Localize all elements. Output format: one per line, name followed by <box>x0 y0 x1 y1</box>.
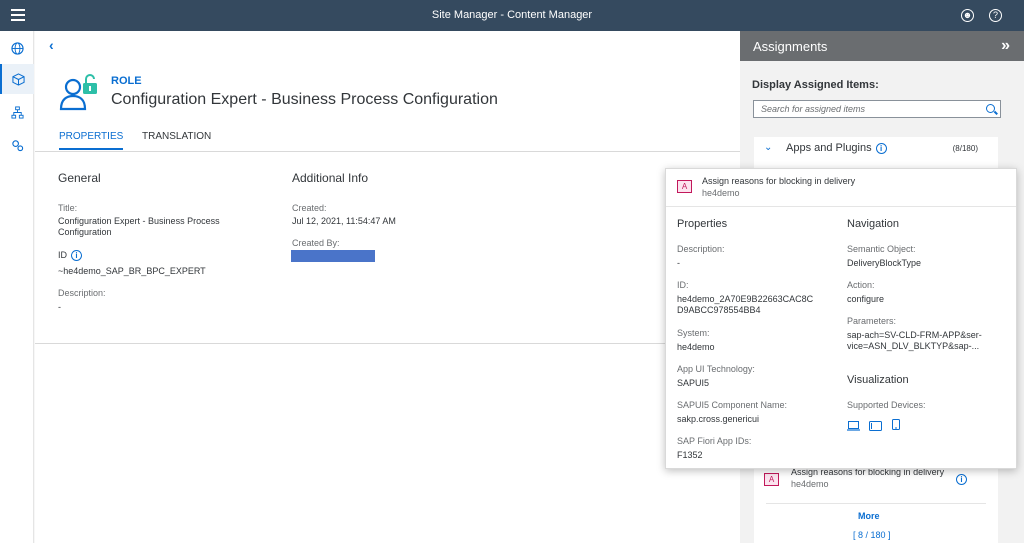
shell-bar: Site Manager - Content Manager ☻ ? <box>0 0 1024 31</box>
settings-icon[interactable] <box>0 130 34 160</box>
description-value: - <box>677 258 680 268</box>
id-label: ID: <box>677 280 689 290</box>
divider <box>35 343 740 344</box>
component-label: SAPUI5 Component Name: <box>677 400 788 410</box>
assignments-title: Assignments <box>753 39 828 54</box>
fiori-id-value: F1352 <box>677 450 703 460</box>
back-button[interactable]: ‹ <box>49 37 54 53</box>
tab-properties[interactable]: PROPERTIES <box>59 131 124 150</box>
pager-count: [ 8 / 180 ] <box>853 530 891 540</box>
role-type-label: ROLE <box>111 75 142 87</box>
id-label: ID i <box>58 250 82 262</box>
sitemap-icon[interactable] <box>0 97 34 127</box>
description-value: - <box>58 302 61 312</box>
description-label: Description: <box>58 288 106 298</box>
cube-icon[interactable] <box>0 64 34 94</box>
popover-subtitle: he4demo <box>702 188 740 198</box>
collapse-panel-icon[interactable]: » <box>1001 37 1010 55</box>
display-assigned-label: Display Assigned Items: <box>752 79 879 91</box>
divider <box>766 503 986 504</box>
info-icon[interactable]: i <box>875 142 887 154</box>
search-icon[interactable] <box>986 104 995 113</box>
general-heading: General <box>58 171 101 185</box>
tech-label: App UI Technology: <box>677 364 755 374</box>
title-label: Title: <box>58 203 78 213</box>
additional-info-heading: Additional Info <box>292 171 369 185</box>
tech-value: SAPUI5 <box>677 378 710 388</box>
created-value: Jul 12, 2021, 11:54:47 AM <box>292 216 396 226</box>
group-count: (8/180) <box>952 144 978 153</box>
info-icon[interactable]: i <box>956 474 967 485</box>
globe-icon[interactable] <box>0 33 34 63</box>
navigation-heading: Navigation <box>847 218 899 230</box>
created-by-label: Created By: <box>292 238 340 248</box>
id-value: ~he4demo_SAP_BR_BPC_EXPERT <box>58 266 206 276</box>
item-subtitle: he4demo <box>791 479 829 489</box>
page-title: Configuration Expert - Business Process … <box>111 91 498 108</box>
popover-title: Assign reasons for blocking in delivery <box>702 176 856 186</box>
semantic-object-label: Semantic Object: <box>847 244 916 254</box>
created-label: Created: <box>292 203 327 213</box>
user-icon[interactable]: ☻ <box>961 9 974 22</box>
fiori-id-label: SAP Fiori App IDs: <box>677 436 752 446</box>
id-label-text: ID <box>58 250 67 260</box>
semantic-object-value: DeliveryBlockType <box>847 258 922 268</box>
role-icon <box>59 71 105 116</box>
component-value: sakp.cross.genericui <box>677 414 760 424</box>
search-input[interactable]: Search for assigned items <box>753 100 1001 118</box>
info-icon[interactable]: i <box>71 250 82 262</box>
app-tile-icon: A <box>677 180 692 193</box>
app-tile-icon: A <box>764 473 779 486</box>
properties-heading: Properties <box>677 218 728 230</box>
tab-translation[interactable]: TRANSLATION <box>142 131 211 142</box>
search-placeholder: Search for assigned items <box>761 104 866 114</box>
system-label: System: <box>677 328 710 338</box>
help-icon[interactable]: ? <box>989 9 1002 22</box>
main-content: ‹ ROLE Configuration Expert - Business P… <box>35 31 740 543</box>
more-button[interactable]: More <box>858 511 880 521</box>
group-label: Apps and Plugins i <box>786 142 887 154</box>
description-label: Description: <box>677 244 725 254</box>
created-by-redacted <box>291 250 375 262</box>
side-navigation <box>0 31 34 543</box>
popover-header: A Assign reasons for blocking in deliver… <box>666 169 1016 207</box>
tab-bar: PROPERTIES TRANSLATION <box>35 127 740 152</box>
apps-plugins-group[interactable]: ⌄ Apps and Plugins i (8/180) <box>754 137 998 161</box>
desktop-icon <box>847 418 860 436</box>
parameters-value: sap-ach=SV-CLD-FRM-APP&ser- vice=ASN_DLV… <box>847 330 982 351</box>
app-title: Site Manager - Content Manager <box>431 9 593 21</box>
action-value: configure <box>847 294 885 304</box>
chevron-down-icon[interactable]: ⌄ <box>764 142 772 153</box>
system-value: he4demo <box>677 342 715 352</box>
phone-icon <box>892 417 900 435</box>
action-label: Action: <box>847 280 875 290</box>
visualization-heading: Visualization <box>847 374 909 386</box>
title-value: Configuration Expert - Business Process … <box>58 216 220 237</box>
tablet-icon <box>869 418 882 436</box>
app-details-popover: A Assign reasons for blocking in deliver… <box>665 168 1017 469</box>
supported-devices-label: Supported Devices: <box>847 400 926 410</box>
id-value: he4demo_2A70E9B22663CAC8C D9ABCC978554BB… <box>677 294 814 315</box>
assignments-header: Assignments » <box>740 31 1024 61</box>
parameters-label: Parameters: <box>847 316 897 326</box>
